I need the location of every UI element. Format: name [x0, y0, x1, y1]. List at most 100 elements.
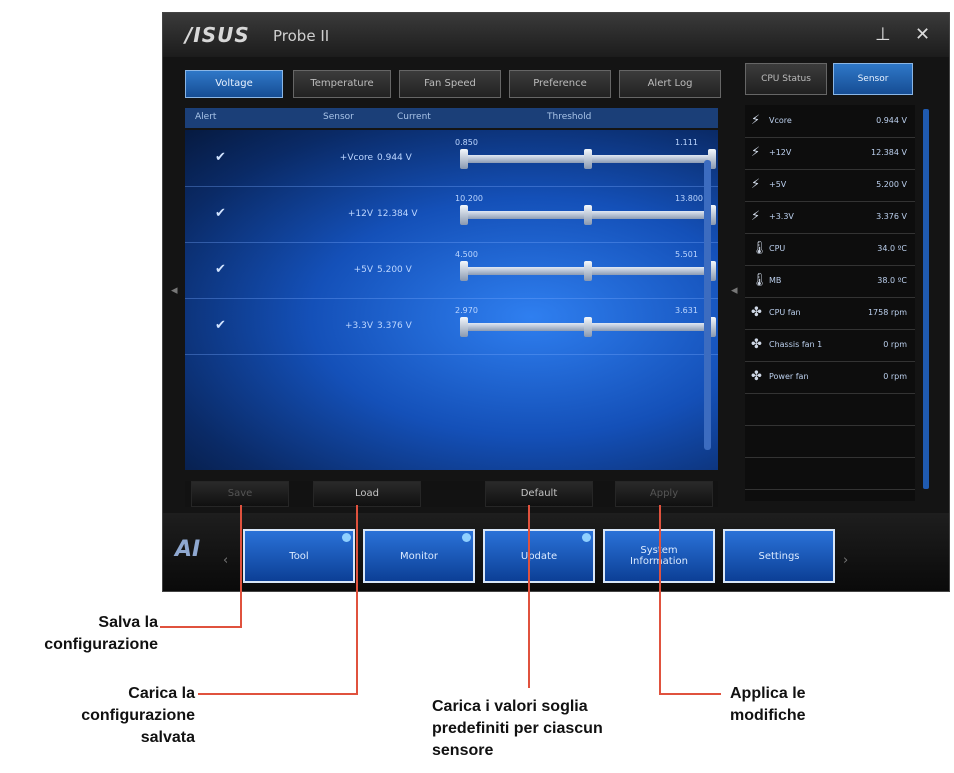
nav-monitor-button[interactable]: Monitor — [363, 529, 475, 583]
ai-logo: AI — [175, 537, 201, 562]
annotation-save: Salva la configurazione — [44, 614, 158, 653]
bolt-icon: ⚡ — [751, 177, 761, 192]
callout-line — [160, 626, 242, 628]
list-item: ✤ Power fan 0 rpm — [745, 361, 915, 394]
nav-update-button[interactable]: Update — [483, 529, 595, 583]
list-item: ⚡ +12V 12.384 V — [745, 137, 915, 170]
column-header: Alert Sensor Current Threshold — [185, 108, 718, 128]
sensor-value: 34.0 ºC — [877, 244, 907, 253]
current-value: 0.944 V — [377, 153, 412, 163]
left-arrow-icon[interactable]: ◂ — [171, 283, 178, 298]
current-value: 3.376 V — [377, 321, 412, 331]
sensor-value: 38.0 ºC — [877, 276, 907, 285]
tab-sensor[interactable]: Sensor — [833, 63, 913, 95]
nav-label: Tool — [289, 550, 309, 562]
current-value: 12.384 V — [377, 209, 418, 219]
app-title: Probe II — [273, 27, 330, 45]
sensor-label: Chassis fan 1 — [769, 340, 823, 349]
nav-left-icon[interactable]: ‹ — [223, 553, 228, 568]
col-alert: Alert — [195, 112, 217, 122]
slider-low-handle[interactable] — [460, 205, 468, 225]
fan-icon: ✤ — [751, 337, 762, 352]
sensor-label: +3.3V — [769, 212, 794, 221]
slider-low-handle[interactable] — [460, 149, 468, 169]
tab-cpu-status[interactable]: CPU Status — [745, 63, 827, 95]
nav-tool-button[interactable]: Tool — [243, 529, 355, 583]
save-button[interactable]: Save — [191, 481, 289, 507]
table-row: ✔ +Vcore 0.944 V 0.850 1.111 — [185, 130, 718, 187]
annotation-apply: Applica le modifiche — [730, 685, 806, 724]
list-item — [745, 393, 915, 426]
threshold-low: 2.970 — [455, 306, 478, 315]
threshold-slider[interactable] — [460, 149, 716, 169]
threshold-high: 3.631 — [675, 306, 698, 315]
panel-scrollbar[interactable] — [704, 160, 711, 450]
apply-button[interactable]: Apply — [615, 481, 713, 507]
badge-icon — [582, 533, 591, 542]
slider-low-handle[interactable] — [460, 261, 468, 281]
sensor-name: +Vcore — [339, 153, 373, 163]
current-value: 5.200 V — [377, 265, 412, 275]
sensor-name: +12V — [347, 209, 373, 219]
alert-checkbox[interactable]: ✔ — [215, 318, 226, 333]
sensor-value: 12.384 V — [870, 148, 907, 157]
alert-checkbox[interactable]: ✔ — [215, 262, 226, 277]
fan-icon: ✤ — [751, 369, 762, 384]
sensor-label: Power fan — [769, 372, 809, 381]
sensor-list-scrollbar[interactable] — [923, 109, 929, 489]
list-item: ✤ CPU fan 1758 rpm — [745, 297, 915, 330]
bolt-icon: ⚡ — [751, 209, 761, 224]
col-sensor: Sensor — [323, 112, 354, 122]
tab-fan-speed[interactable]: Fan Speed — [399, 70, 501, 98]
nav-right-icon[interactable]: › — [843, 553, 848, 568]
sensor-label: CPU fan — [769, 308, 801, 317]
table-row: ✔ +12V 12.384 V 10.200 13.800 — [185, 186, 718, 243]
col-threshold: Threshold — [547, 112, 592, 122]
callout-line — [659, 693, 721, 695]
tab-preference[interactable]: Preference — [509, 70, 611, 98]
sensor-value: 0 rpm — [883, 372, 907, 381]
right-arrow-icon[interactable]: ◂ — [731, 283, 738, 298]
tab-alert-log[interactable]: Alert Log — [619, 70, 721, 98]
threshold-high: 1.111 — [675, 138, 698, 147]
thermometer-icon: 🌡 — [751, 273, 768, 288]
slider-mid-handle — [584, 149, 592, 169]
default-button[interactable]: Default — [485, 481, 593, 507]
slider-low-handle[interactable] — [460, 317, 468, 337]
badge-icon — [462, 533, 471, 542]
close-icon[interactable]: ✕ — [915, 24, 930, 45]
alert-checkbox[interactable]: ✔ — [215, 150, 226, 165]
tab-voltage[interactable]: Voltage — [185, 70, 283, 98]
nav-settings-button[interactable]: Settings — [723, 529, 835, 583]
bolt-icon: ⚡ — [751, 145, 761, 160]
sensor-label: CPU — [769, 244, 786, 253]
slider-mid-handle — [584, 205, 592, 225]
threshold-high: 13.800 — [675, 194, 703, 203]
threshold-slider[interactable] — [460, 317, 716, 337]
list-item — [745, 457, 915, 490]
list-item: ✤ Chassis fan 1 0 rpm — [745, 329, 915, 362]
tab-temperature[interactable]: Temperature — [293, 70, 391, 98]
threshold-high: 5.501 — [675, 250, 698, 259]
sensor-name: +5V — [353, 265, 373, 275]
callout-line — [240, 505, 242, 627]
sensor-label: Vcore — [769, 116, 792, 125]
sensor-value: 3.376 V — [876, 212, 907, 221]
slider-mid-handle — [584, 261, 592, 281]
load-button[interactable]: Load — [313, 481, 421, 507]
nav-label: Settings — [758, 550, 800, 562]
callout-line — [198, 693, 358, 695]
asus-logo: /ISUS — [185, 23, 250, 47]
alert-checkbox[interactable]: ✔ — [215, 206, 226, 221]
probe-window: /ISUS Probe II ⊥ ✕ Voltage Temperature F… — [162, 12, 950, 592]
list-item: ⚡ Vcore 0.944 V — [745, 105, 915, 138]
threshold-slider[interactable] — [460, 261, 716, 281]
title-bar: /ISUS Probe II ⊥ ✕ — [163, 13, 949, 57]
bottom-nav: AI ‹ Tool Monitor Update System Informat… — [163, 513, 949, 591]
sensor-list: ⚡ Vcore 0.944 V ⚡ +12V 12.384 V ⚡ +5V 5.… — [745, 105, 915, 501]
pin-icon[interactable]: ⊥ — [875, 24, 891, 45]
col-current: Current — [397, 112, 431, 122]
callout-line — [356, 505, 358, 695]
sensor-label: +5V — [769, 180, 787, 189]
threshold-slider[interactable] — [460, 205, 716, 225]
